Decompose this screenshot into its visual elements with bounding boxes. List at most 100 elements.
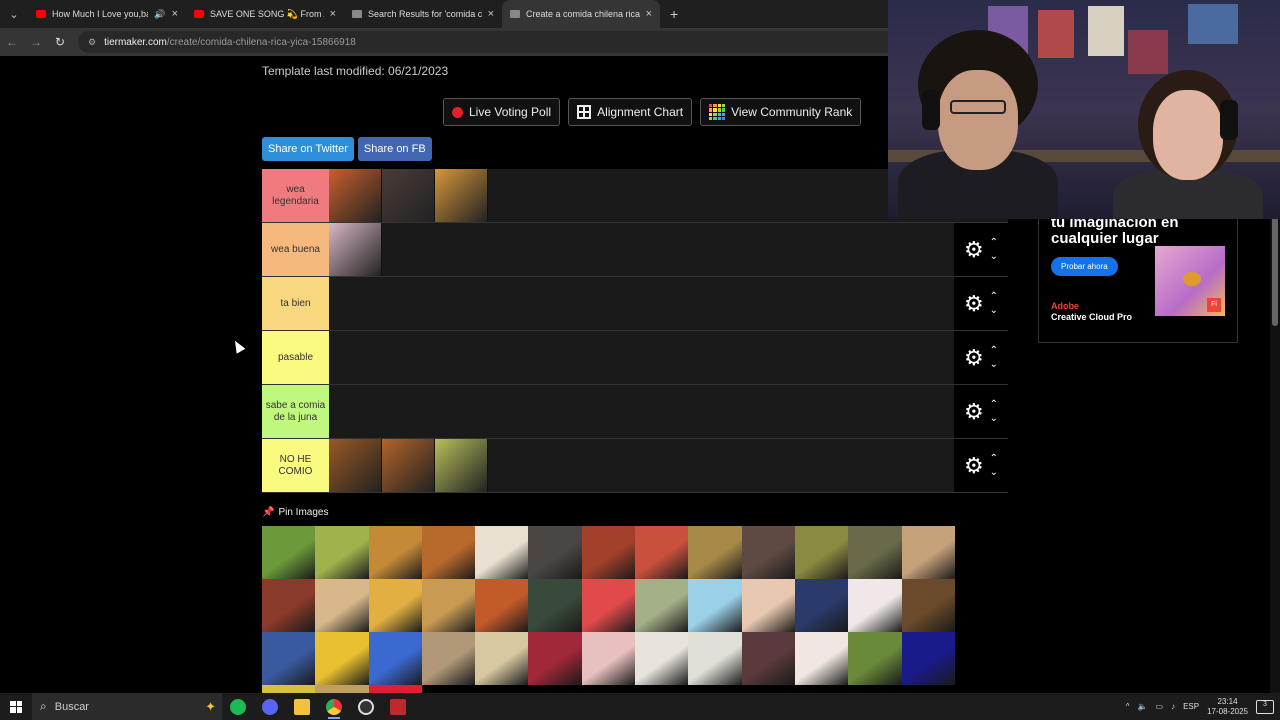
tab-audio-icon[interactable]: 🔊 [154, 9, 165, 20]
food-image[interactable] [382, 439, 435, 492]
clock[interactable]: 23:14 17-08-2025 [1207, 697, 1248, 716]
food-image[interactable] [435, 439, 488, 492]
food-image[interactable] [901, 579, 955, 632]
tier-label[interactable]: wea legendaria [262, 169, 329, 222]
new-tab-button[interactable]: + [660, 6, 688, 22]
food-image[interactable] [315, 685, 369, 693]
gear-icon[interactable]: ⚙ [964, 400, 984, 423]
food-image[interactable] [382, 169, 435, 222]
tier-items[interactable] [329, 223, 954, 276]
gear-icon[interactable]: ⚙ [964, 292, 984, 315]
start-button[interactable] [0, 693, 32, 720]
food-image[interactable] [329, 439, 382, 492]
food-image[interactable] [368, 526, 422, 579]
food-image[interactable] [435, 169, 488, 222]
food-image[interactable] [421, 579, 476, 632]
tab-search-chevron-icon[interactable]: ⌄ [0, 0, 28, 28]
reload-icon[interactable]: ↻ [48, 35, 72, 49]
chevron-up-icon[interactable]: ⌃ [990, 237, 998, 248]
advertisement[interactable]: tu imaginación en cualquier lugar Probar… [1038, 204, 1238, 343]
food-image[interactable] [315, 579, 369, 632]
food-image[interactable] [475, 579, 529, 632]
food-image[interactable] [528, 579, 582, 632]
food-image[interactable] [368, 632, 422, 685]
network-icon[interactable]: ▭ [1156, 702, 1164, 711]
food-image[interactable] [794, 579, 849, 632]
food-image[interactable] [848, 632, 902, 685]
food-image[interactable] [528, 526, 582, 579]
chevron-down-icon[interactable]: ⌄ [990, 359, 998, 370]
food-image[interactable] [315, 526, 369, 579]
food-image[interactable] [581, 579, 636, 632]
browser-tab[interactable]: Search Results for 'comida chile × [344, 0, 502, 28]
pin-images-toggle[interactable]: 📌 Pin Images [262, 507, 328, 518]
food-image[interactable] [262, 579, 316, 632]
tier-items[interactable] [329, 169, 954, 222]
chrome-icon[interactable] [318, 693, 350, 720]
food-image[interactable] [848, 526, 902, 579]
food-image[interactable] [329, 169, 382, 222]
share-twitter-button[interactable]: Share on Twitter [262, 137, 354, 161]
browser-tab[interactable]: How Much I Love you,baby 🔊 × [28, 0, 186, 28]
scrollbar-thumb[interactable] [1272, 216, 1278, 326]
food-image[interactable] [262, 685, 316, 693]
volume-icon[interactable]: ♪ [1171, 702, 1175, 711]
speaker-icon[interactable]: 🔈 [1138, 702, 1148, 711]
tier-label[interactable]: NO HE COMIO [262, 439, 329, 492]
gear-icon[interactable]: ⚙ [964, 238, 984, 261]
tier-label[interactable]: ta bien [262, 277, 329, 330]
food-image[interactable] [475, 526, 529, 579]
browser-tab[interactable]: Create a comida chilena rica yic × [502, 0, 660, 28]
voicemeeter-icon[interactable] [382, 693, 414, 720]
food-image[interactable] [315, 632, 369, 685]
food-image[interactable] [635, 579, 689, 632]
food-image[interactable] [581, 526, 636, 579]
tab-close-icon[interactable]: × [172, 8, 178, 20]
tier-items[interactable] [329, 277, 954, 330]
food-image[interactable] [688, 579, 742, 632]
tier-label[interactable]: sabe a comia de la juna [262, 385, 329, 438]
language-indicator[interactable]: ESP [1183, 702, 1199, 711]
alignment-chart-button[interactable]: Alignment Chart [568, 98, 693, 126]
tab-close-icon[interactable]: × [488, 8, 494, 20]
spotify-icon[interactable] [222, 693, 254, 720]
browser-tab[interactable]: SAVE ONE SONG 💫 From A t × [186, 0, 344, 28]
food-image[interactable] [329, 223, 382, 276]
tab-close-icon[interactable]: × [330, 8, 336, 20]
file-explorer-icon[interactable] [286, 693, 318, 720]
forward-arrow-icon[interactable]: → [24, 35, 48, 49]
food-image[interactable] [741, 579, 795, 632]
food-image[interactable] [635, 632, 689, 685]
share-fb-button[interactable]: Share on FB [357, 137, 432, 161]
live-voting-poll-button[interactable]: Live Voting Poll [443, 98, 561, 126]
tier-items[interactable] [329, 439, 954, 492]
food-image[interactable] [688, 526, 742, 579]
chevron-up-icon[interactable]: ⌃ [990, 291, 998, 302]
site-info-icon[interactable]: ⚙ [88, 37, 96, 48]
obs-icon[interactable] [350, 693, 382, 720]
tier-items[interactable] [329, 331, 954, 384]
chevron-up-icon[interactable]: ⌃ [990, 453, 998, 464]
tier-label[interactable]: wea buena [262, 223, 329, 276]
food-image[interactable] [794, 526, 849, 579]
food-image[interactable] [741, 632, 795, 685]
chevron-up-icon[interactable]: ⌃ [990, 345, 998, 356]
discord-icon[interactable] [254, 693, 286, 720]
food-image[interactable] [794, 632, 849, 685]
food-image[interactable] [262, 526, 316, 579]
taskbar-search[interactable]: ⌕ Buscar ✦ [32, 693, 222, 720]
food-image[interactable] [368, 579, 422, 632]
food-image[interactable] [848, 579, 902, 632]
tier-label[interactable]: pasable [262, 331, 329, 384]
food-image[interactable] [635, 526, 689, 579]
food-image[interactable] [581, 632, 636, 685]
gear-icon[interactable]: ⚙ [964, 346, 984, 369]
chevron-down-icon[interactable]: ⌄ [990, 305, 998, 316]
view-community-rank-button[interactable]: View Community Rank [700, 98, 862, 126]
chevron-down-icon[interactable]: ⌄ [990, 413, 998, 424]
ad-cta-button[interactable]: Probar ahora [1051, 257, 1118, 276]
food-image[interactable] [901, 526, 955, 579]
notification-icon[interactable]: 3 [1256, 699, 1274, 714]
food-image[interactable] [528, 632, 582, 685]
chevron-up-icon[interactable]: ⌃ [990, 399, 998, 410]
